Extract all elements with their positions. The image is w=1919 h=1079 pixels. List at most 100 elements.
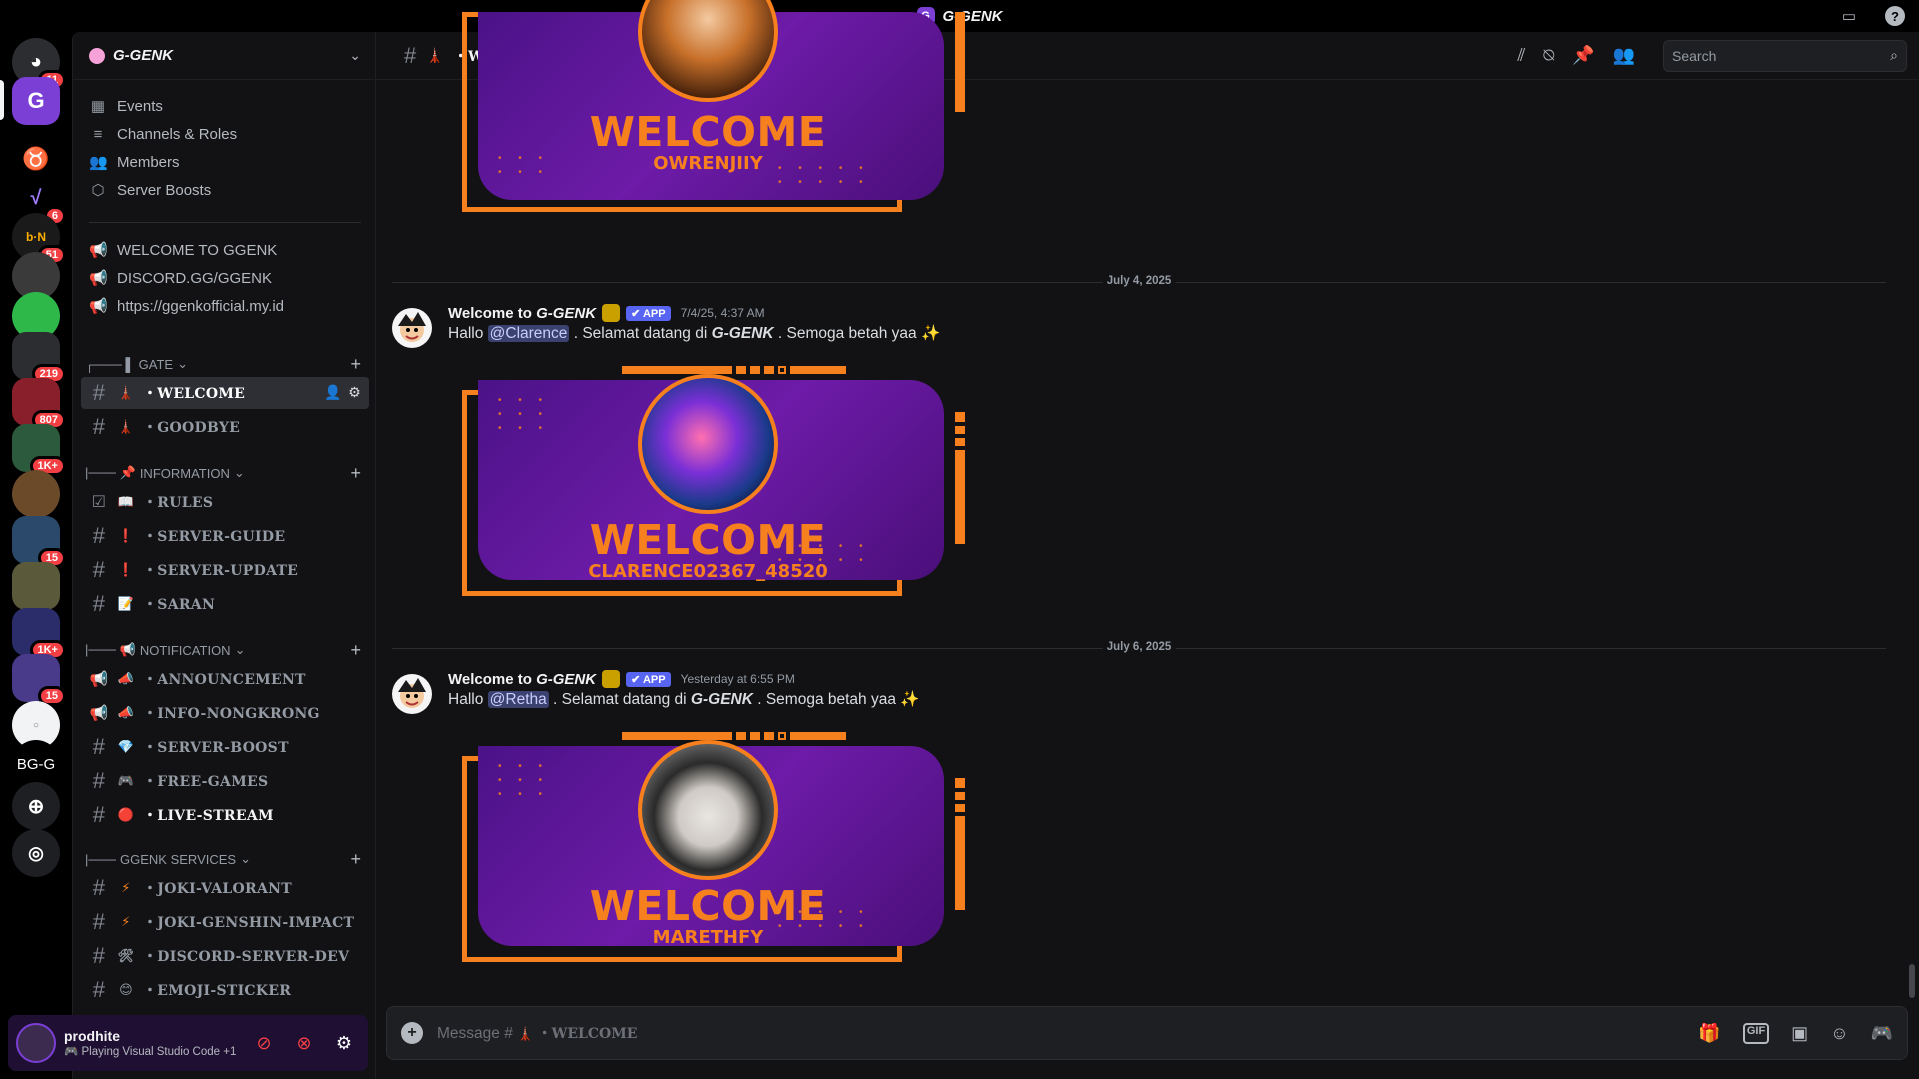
headphones-muted-icon[interactable]: ⊗ xyxy=(288,1027,320,1059)
emoji-icon[interactable]: ☺ xyxy=(1830,1023,1848,1044)
announcement-channel[interactable]: 📢 https://ggenkofficial.my.id xyxy=(81,289,369,323)
channel-welcome[interactable]: # 🗼 ・WELCOME 👤 ⚙ xyxy=(81,377,369,409)
mic-muted-icon[interactable]: ⊘ xyxy=(248,1027,280,1059)
create-channel-icon[interactable]: + xyxy=(350,640,361,661)
server-folder-3[interactable]: 1K+ xyxy=(12,424,66,476)
server-folder-7[interactable]: 15 xyxy=(12,654,66,706)
channel-joki-valorant[interactable]: # ⚡ ・JOKI-VALORANT xyxy=(81,872,369,904)
server-folder-1[interactable]: 219 xyxy=(12,332,66,384)
channel-label: ・RULES xyxy=(143,495,214,511)
channel-label: ・FREE-GAMES xyxy=(143,774,269,790)
date-label: July 4, 2025 xyxy=(1102,275,1176,287)
channel-info-nongkrong[interactable]: 📢 📣 ・INFO-NONGKRONG xyxy=(81,697,369,729)
server-g-genk[interactable]: G xyxy=(12,77,60,125)
discord-logo-icon: ◕ xyxy=(29,50,43,73)
channel-emoji: 📣 xyxy=(117,705,135,721)
member-list-icon[interactable]: 👥 xyxy=(1613,45,1635,66)
notification-bell-muted-icon[interactable]: ⍉ xyxy=(1543,45,1554,66)
category-notification[interactable]: |─── 📢 NOTIFICATION ⌄ + xyxy=(85,638,369,662)
pin-icon[interactable]: 📌 xyxy=(1572,45,1594,66)
calendar-icon: ▦ xyxy=(90,98,106,115)
threads-icon[interactable]: ⫽ xyxy=(1517,45,1525,66)
activities-controller-icon[interactable]: 🎮 xyxy=(1871,1023,1893,1044)
server-bg-g[interactable]: BG-G xyxy=(12,740,60,788)
bot-avatar[interactable] xyxy=(392,308,432,348)
welcome-card-image[interactable]: • • • • • • • • • • • • • • • • • • • WELCO… xyxy=(462,732,965,968)
sparkles-icon: ✨ xyxy=(920,325,941,342)
channel-live-stream[interactable]: # 🔴 ・LIVE-STREAM xyxy=(81,799,369,831)
gear-icon[interactable]: ⚙ xyxy=(348,385,361,401)
nav-server-boosts[interactable]: ⬡ Server Boosts xyxy=(81,173,369,207)
server-logo-icon: b·N xyxy=(26,230,46,244)
category-ggenk-services[interactable]: |─── GGENK SERVICES ⌄ + xyxy=(85,847,369,871)
create-channel-icon[interactable]: + xyxy=(350,849,361,870)
channel-announcement[interactable]: 📢 📣 ・ANNOUNCEMENT xyxy=(81,663,369,695)
message-author[interactable]: Welcome to G-GENK xyxy=(448,671,596,688)
sticker-icon[interactable]: ▣ xyxy=(1791,1023,1808,1044)
channel-discord-server-dev[interactable]: # 🛠 ・DISCORD-SERVER-DEV xyxy=(81,940,369,972)
channel-saran[interactable]: # 📝 ・SARAN xyxy=(81,588,369,620)
inbox-icon[interactable]: ▭ xyxy=(1839,6,1859,26)
user-mention[interactable]: @Clarence xyxy=(487,325,570,342)
channel-emoji-sticker[interactable]: # 😊 ・EMOJI-STICKER xyxy=(81,974,369,1006)
search-input[interactable]: Search ⌕ xyxy=(1663,39,1907,72)
chevron-down-icon: ⌄ xyxy=(349,47,361,63)
server-logo-icon: ♉ xyxy=(22,146,50,171)
plus-icon: ⊕ xyxy=(27,795,45,818)
hashtag-icon: # xyxy=(92,414,106,439)
channel-emoji: 📣 xyxy=(117,671,135,687)
gift-icon[interactable]: 🎁 xyxy=(1698,1023,1720,1044)
message-author[interactable]: Welcome to G-GENK xyxy=(448,305,596,322)
brand-text: G-GENK xyxy=(690,691,753,708)
brand-text: G-GENK xyxy=(711,325,774,342)
hashtag-icon: # xyxy=(92,591,106,616)
add-server-button[interactable]: ⊕ xyxy=(12,782,60,830)
server-8[interactable] xyxy=(12,470,60,518)
user-panel: prodhite 🎮 Playing Visual Studio Code +1… xyxy=(8,1015,368,1071)
welcome-card-image[interactable]: • • • • • • • • • • • • • • • • • • • WELCO… xyxy=(462,366,965,602)
text-segment: . Semoga betah yaa xyxy=(773,325,921,342)
gear-icon[interactable]: ⚙ xyxy=(328,1027,360,1059)
guild-header[interactable]: G-GENK ⌄ xyxy=(73,32,375,80)
channel-label: ・DISCORD-SERVER-DEV xyxy=(143,949,350,965)
author-brand: G-GENK xyxy=(536,304,597,322)
channel-server-boost[interactable]: # 💎 ・SERVER-BOOST xyxy=(81,731,369,763)
user-mention[interactable]: @Retha xyxy=(487,691,549,708)
author-prefix: Welcome to xyxy=(448,670,537,688)
channel-free-games[interactable]: # 🎮 ・FREE-GAMES xyxy=(81,765,369,797)
channel-joki-genshin-impact[interactable]: # ⚡ ・JOKI-GENSHIN-IMPACT xyxy=(81,906,369,938)
channel-emoji: ⚡ xyxy=(121,914,131,930)
hashtag-icon: # xyxy=(404,42,417,68)
create-channel-icon[interactable]: + xyxy=(350,463,361,484)
server-rail: ◕ 11 G ♉ √ 6 b·N 51 219 807 1K+ 15 1K+ 1… xyxy=(0,32,72,1079)
message-input[interactable]: Message # 🗼 ・WELCOME xyxy=(437,1023,1684,1043)
channel-label: https://ggenkofficial.my.id xyxy=(117,297,285,315)
category-prefix: |─── xyxy=(85,851,117,867)
channel-label: ・SERVER-UPDATE xyxy=(143,563,299,579)
avatar[interactable] xyxy=(16,1023,56,1063)
gif-icon[interactable]: GIF xyxy=(1742,1022,1770,1044)
category-information[interactable]: |─── 📌 INFORMATION ⌄ + xyxy=(85,461,369,485)
app-badge: ✔ APP xyxy=(626,671,671,687)
server-logo-icon: √ xyxy=(30,186,42,209)
channel-goodbye[interactable]: # 🗼 ・GOODBYE xyxy=(81,411,369,443)
members-icon: 👥 xyxy=(89,154,108,171)
server-logo-icon: ○ xyxy=(32,719,40,731)
server-folder-4[interactable]: 15 xyxy=(12,516,66,568)
upload-plus-icon[interactable]: + xyxy=(401,1022,423,1044)
discover-button[interactable]: ◎ xyxy=(12,829,60,877)
category-gate[interactable]: ┌─── ▌ GATE ⌄ + xyxy=(85,352,369,376)
channel-rules[interactable]: ☑ 📖 ・RULES xyxy=(81,486,369,518)
server-folder-5[interactable] xyxy=(12,562,60,610)
bot-avatar[interactable] xyxy=(392,674,432,714)
create-channel-icon[interactable]: + xyxy=(350,354,361,375)
message-composer[interactable]: + Message # 🗼 ・WELCOME 🎁 GIF ▣ ☺ 🎮 xyxy=(386,1006,1908,1060)
server-folder-6[interactable]: 1K+ xyxy=(12,608,66,660)
scrollbar-thumb[interactable] xyxy=(1909,964,1915,998)
help-icon[interactable]: ? xyxy=(1885,6,1905,26)
server-folder-2[interactable]: 807 xyxy=(12,378,66,430)
channel-server-update[interactable]: # ❗ ・SERVER-UPDATE xyxy=(81,554,369,586)
invite-icon[interactable]: 👤 xyxy=(324,385,342,401)
channel-server-guide[interactable]: # ❗ ・SERVER-GUIDE xyxy=(81,520,369,552)
welcome-card-image[interactable]: • • • • • • • • • • • • • • • • WELCOME OW… xyxy=(462,0,965,248)
